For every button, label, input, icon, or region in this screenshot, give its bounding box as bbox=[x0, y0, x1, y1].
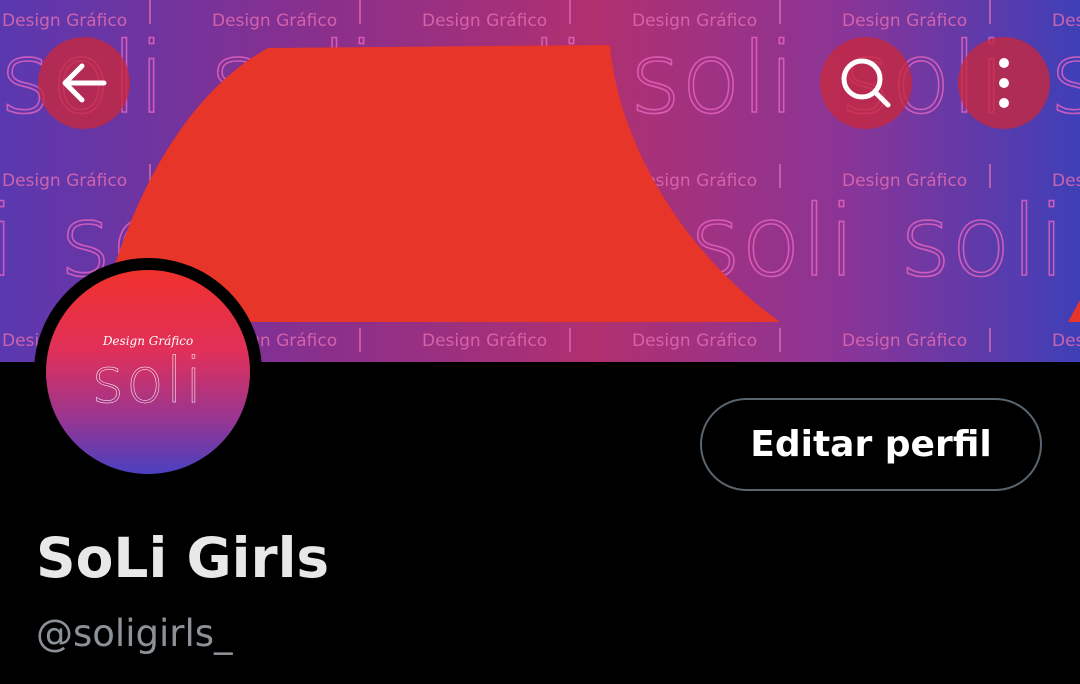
banner-pattern-text: Design Gráfico bbox=[842, 331, 967, 351]
arrow-left-icon bbox=[62, 63, 107, 103]
profile-handle: @soligirls_ bbox=[36, 612, 233, 655]
avatar-logo-wordmark: soli bbox=[91, 344, 205, 417]
banner-pattern-text: Design Gráfico bbox=[422, 331, 547, 351]
banner-pattern-wordmark: soli bbox=[630, 22, 795, 136]
banner-pattern-text: Design Gráfico bbox=[632, 331, 757, 351]
more-vertical-icon bbox=[999, 58, 1009, 108]
banner-pattern-text: Design Gráfico bbox=[1052, 331, 1080, 351]
profile-display-name: SoLi Girls bbox=[36, 526, 330, 590]
banner-red-shape-edge bbox=[1068, 300, 1080, 322]
banner-pattern-wordmark: soli bbox=[0, 185, 15, 299]
search-button[interactable] bbox=[820, 37, 912, 129]
avatar-logo: Design Gráfico soli bbox=[46, 270, 250, 474]
back-button[interactable] bbox=[38, 37, 130, 129]
banner-pattern-wordmark: soli bbox=[1050, 22, 1080, 136]
profile-avatar[interactable]: Design Gráfico soli bbox=[34, 258, 262, 486]
banner-pattern-wordmark: soli bbox=[900, 185, 1065, 299]
edit-profile-button[interactable]: Editar perfil bbox=[700, 398, 1042, 491]
search-icon bbox=[841, 58, 891, 108]
more-options-button[interactable] bbox=[958, 37, 1050, 129]
